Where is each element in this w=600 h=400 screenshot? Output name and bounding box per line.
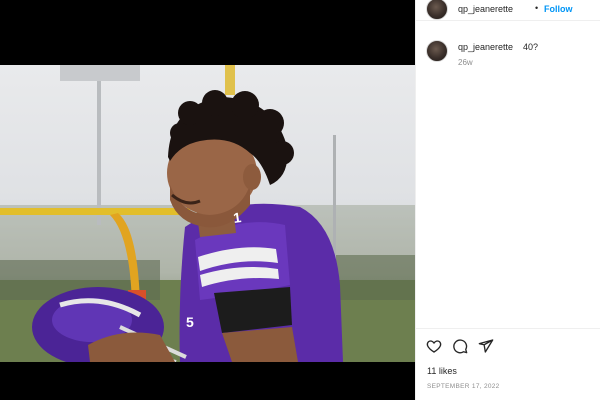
comment-text: 40? [523,42,539,52]
post-header: qp_jeanerette • Follow [416,0,600,21]
separator-dot: • [535,3,539,13]
follow-button[interactable]: Follow [544,4,573,14]
commenter-avatar[interactable] [426,40,448,62]
comment-timestamp[interactable]: 26w [458,58,473,67]
author-avatar[interactable] [426,0,448,20]
football-player-photo: 1 5 [0,65,415,362]
post-photo[interactable]: 1 5 [0,65,415,362]
post-date: SEPTEMBER 17, 2022 [427,383,500,390]
comment-username[interactable]: qp_jeanerette [458,42,513,52]
post-actions: 11 likes SEPTEMBER 17, 2022 [416,328,600,400]
sleeve-number: 5 [186,314,194,330]
heart-icon[interactable] [426,338,442,354]
author-username[interactable]: qp_jeanerette [458,4,513,14]
likes-count[interactable]: 11 likes [427,366,457,376]
share-icon[interactable] [478,338,494,354]
action-icons [426,338,494,354]
comment-icon[interactable] [452,338,468,354]
post-side-panel: qp_jeanerette • Follow qp_jeanerette 40?… [415,0,600,400]
post-media: 1 5 [0,0,415,400]
